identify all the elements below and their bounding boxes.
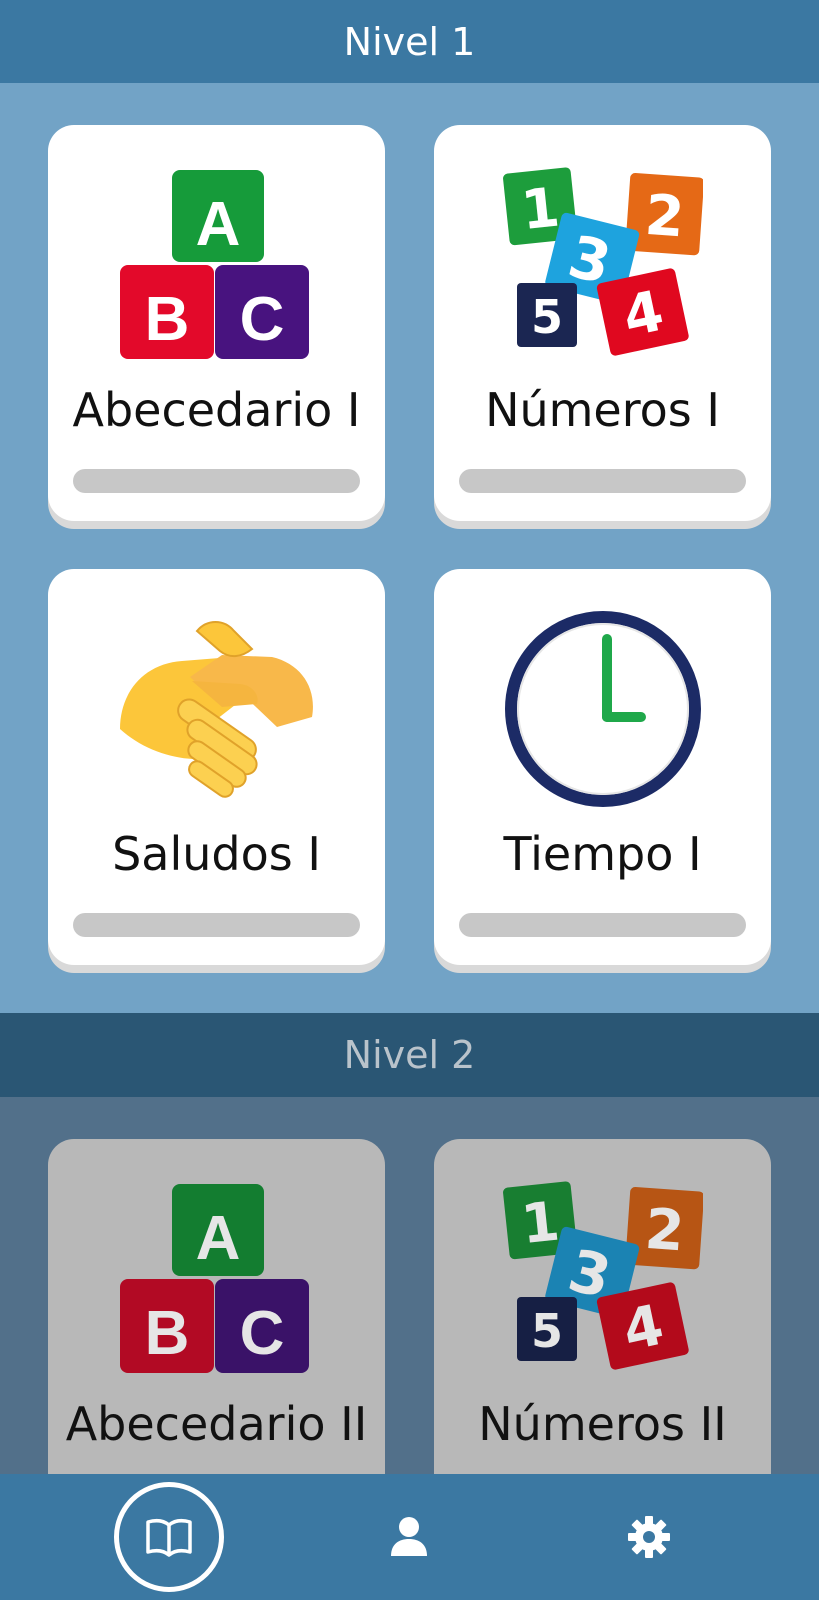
svg-text:2: 2 bbox=[642, 183, 685, 251]
lesson-label: Números I bbox=[485, 383, 720, 437]
svg-text:C: C bbox=[239, 1299, 284, 1368]
svg-text:1: 1 bbox=[518, 176, 562, 243]
svg-text:5: 5 bbox=[530, 1304, 562, 1358]
lesson-progress-bar bbox=[459, 469, 746, 493]
abc-blocks-icon: A B C bbox=[48, 165, 385, 365]
lesson-label: Abecedario II bbox=[65, 1397, 368, 1451]
lesson-label: Tiempo I bbox=[503, 827, 702, 881]
level-2-header: Nivel 2 bbox=[0, 1013, 819, 1097]
number-blocks-icon: 1 2 3 5 4 bbox=[434, 1179, 771, 1379]
user-icon bbox=[391, 1517, 427, 1556]
lesson-card-abecedario-1[interactable]: A B C Abecedario I bbox=[48, 125, 385, 521]
lesson-progress-bar bbox=[73, 469, 360, 493]
lesson-progress-bar bbox=[73, 913, 360, 937]
abc-blocks-icon: A B C bbox=[48, 1179, 385, 1379]
svg-text:1: 1 bbox=[518, 1190, 562, 1257]
lesson-label: Números II bbox=[478, 1397, 727, 1451]
svg-text:5: 5 bbox=[530, 290, 562, 344]
lesson-card-saludos-1[interactable]: Saludos I bbox=[48, 569, 385, 965]
clock-icon bbox=[434, 609, 771, 809]
svg-text:C: C bbox=[239, 285, 284, 354]
book-icon bbox=[146, 1519, 192, 1557]
lesson-card-tiempo-1[interactable]: Tiempo I bbox=[434, 569, 771, 965]
level-1-title: Nivel 1 bbox=[343, 19, 476, 64]
svg-text:A: A bbox=[195, 1204, 240, 1273]
lesson-progress-bar bbox=[459, 913, 746, 937]
svg-text:A: A bbox=[195, 190, 240, 259]
level-1-section: A B C Abecedario I 1 2 3 5 4 Números I S… bbox=[0, 83, 819, 1013]
number-blocks-icon: 1 2 3 5 4 bbox=[434, 165, 771, 365]
level-1-header: Nivel 1 bbox=[0, 0, 819, 83]
nav-profile-button[interactable] bbox=[354, 1482, 464, 1592]
gear-icon bbox=[628, 1516, 670, 1558]
svg-text:2: 2 bbox=[642, 1197, 685, 1265]
bottom-nav-bar bbox=[0, 1474, 819, 1600]
level-2-title: Nivel 2 bbox=[343, 1033, 476, 1077]
handshake-icon bbox=[48, 609, 385, 809]
lesson-label: Saludos I bbox=[112, 827, 321, 881]
lesson-card-numeros-1[interactable]: 1 2 3 5 4 Números I bbox=[434, 125, 771, 521]
svg-text:B: B bbox=[144, 1299, 189, 1368]
lesson-label: Abecedario I bbox=[72, 383, 361, 437]
nav-lessons-button[interactable] bbox=[114, 1482, 224, 1592]
level-2-section: A B C Abecedario II 1 2 3 5 4 Números II bbox=[0, 1097, 819, 1535]
nav-settings-button[interactable] bbox=[594, 1482, 704, 1592]
svg-text:B: B bbox=[144, 285, 189, 354]
